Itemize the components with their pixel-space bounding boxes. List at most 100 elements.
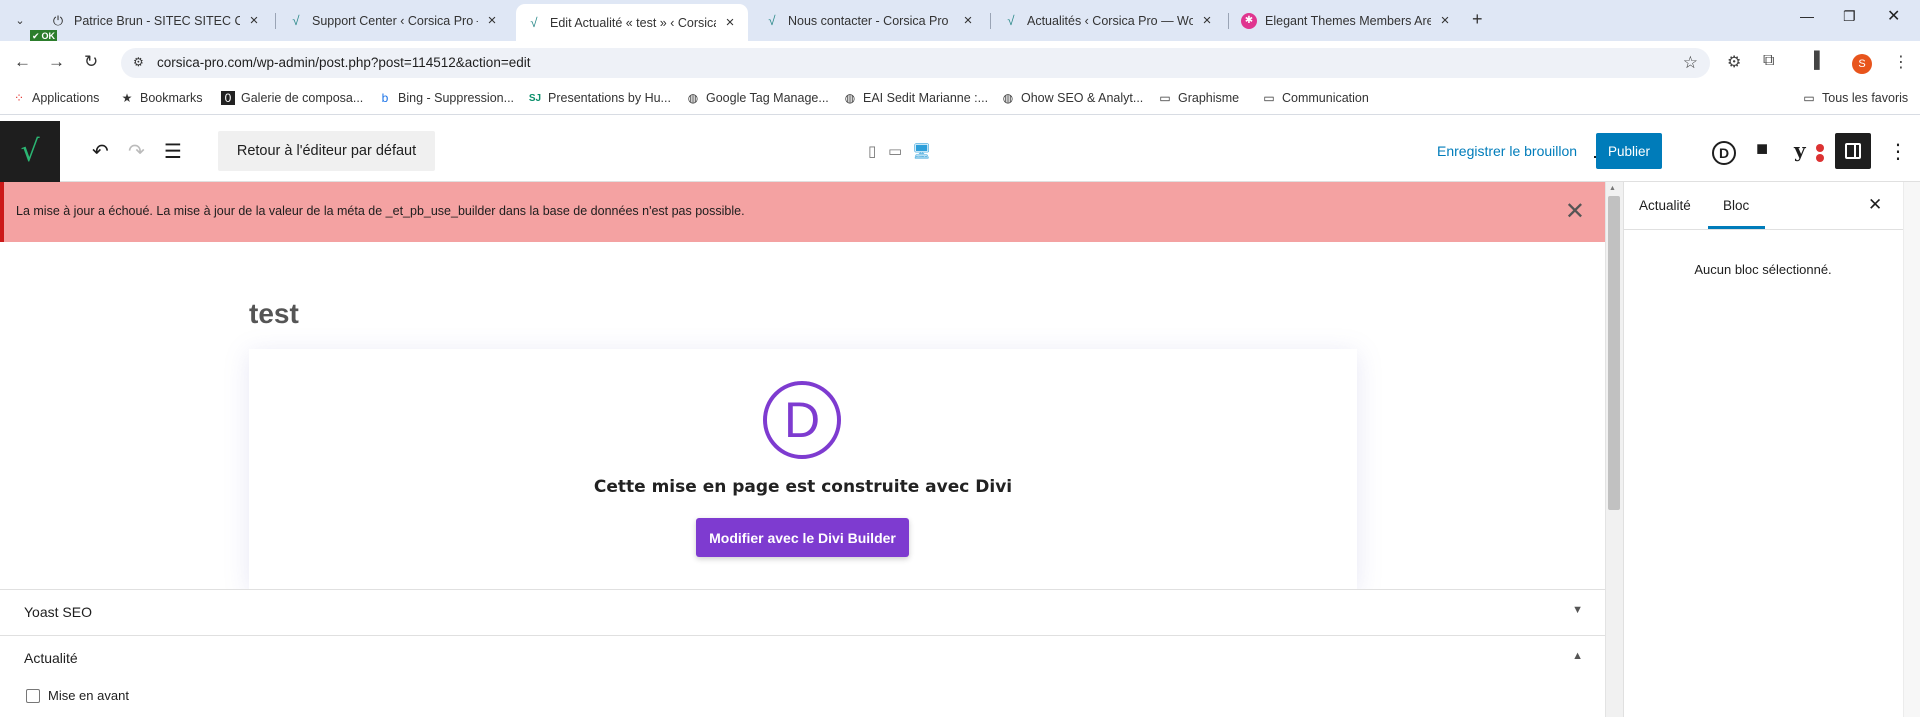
- caret-up-icon[interactable]: ▲: [1572, 650, 1583, 662]
- tab-title: Elegant Themes Members Area: [1265, 13, 1431, 28]
- post-title[interactable]: test: [249, 298, 299, 330]
- all-bookmarks-folder[interactable]: ▭ Tous les favoris: [1802, 91, 1908, 105]
- error-notice: La mise à jour a échoué. La mise à jour …: [0, 182, 1605, 242]
- bookmark-applications[interactable]: ⁘ Applications: [12, 91, 99, 105]
- corsica-logo-icon: √: [20, 134, 40, 169]
- featured-checkbox[interactable]: [26, 688, 40, 703]
- close-tab-icon[interactable]: ×: [722, 14, 738, 31]
- new-tab-button[interactable]: +: [1472, 9, 1483, 30]
- minimize-icon[interactable]: —: [1800, 8, 1814, 24]
- browser-tab-4[interactable]: √ Nous contacter - Corsica Pro ×: [754, 6, 986, 35]
- bookmark-folder-communication[interactable]: ▭ Communication: [1262, 91, 1369, 105]
- document-overview-icon[interactable]: ☰: [164, 139, 182, 164]
- globe-icon: ◍: [687, 91, 699, 105]
- divi-logo-icon: D: [763, 381, 841, 459]
- zero-icon: 0: [221, 91, 235, 105]
- folder-icon: ▭: [1803, 91, 1815, 105]
- forward-arrow-icon[interactable]: →: [48, 52, 65, 72]
- bookmark-galerie[interactable]: 0 Galerie de composa...: [221, 91, 363, 105]
- bookmark-eai-sedit[interactable]: ◍ EAI Sedit Marianne :...: [843, 91, 988, 105]
- notice-message: La mise à jour a échoué. La mise à jour …: [16, 204, 745, 218]
- metabox-title: Actualité: [24, 650, 78, 666]
- browser-tab-2[interactable]: √ Support Center ‹ Corsica Pro — ×: [278, 6, 510, 35]
- desktop-preview-icon[interactable]: 🖥: [912, 142, 931, 160]
- power-icon: ⏻: [52, 12, 64, 28]
- metabox-yoast-seo[interactable]: Yoast SEO ▼: [0, 589, 1605, 635]
- bookmark-google-tag[interactable]: ◍ Google Tag Manage...: [686, 91, 829, 105]
- browser-tab-6[interactable]: ✱ Elegant Themes Members Area ×: [1231, 6, 1463, 35]
- close-window-icon[interactable]: ✕: [1887, 6, 1900, 26]
- bookmark-star-icon[interactable]: ☆: [1683, 53, 1698, 73]
- address-bar[interactable]: ⚙ corsica-pro.com/wp-admin/post.php?post…: [121, 48, 1710, 78]
- tab-title: Nous contacter - Corsica Pro: [788, 13, 949, 28]
- site-logo-button[interactable]: √: [0, 121, 60, 182]
- no-block-selected-message: Aucun bloc sélectionné.: [1694, 262, 1832, 277]
- metabox-title: Yoast SEO: [24, 604, 92, 620]
- tab-title: Edit Actualité « test » ‹ Corsica P: [550, 15, 716, 30]
- close-tab-icon[interactable]: ×: [960, 12, 976, 29]
- bookmark-bookmarks[interactable]: ★ Bookmarks: [120, 91, 203, 105]
- corsica-check-icon: √: [530, 15, 538, 30]
- mobile-preview-icon[interactable]: ▯: [868, 142, 876, 160]
- site-settings-icon[interactable]: ⚙: [133, 55, 144, 69]
- profile-avatar[interactable]: S: [1852, 54, 1872, 74]
- tab-bloc[interactable]: Bloc: [1723, 198, 1749, 213]
- divi-icon[interactable]: D: [1712, 141, 1736, 165]
- browser-tab-5[interactable]: √ Actualités ‹ Corsica Pro — Word ×: [993, 6, 1225, 35]
- restore-icon[interactable]: ❐: [1843, 8, 1856, 25]
- sidebar-panel-icon: [1845, 143, 1861, 159]
- featured-field[interactable]: Mise en avant: [26, 688, 129, 703]
- tab-title: Patrice Brun - SITEC SITEC CHA: [74, 13, 240, 28]
- tab-divider: [275, 13, 276, 29]
- close-tab-icon[interactable]: ×: [1199, 12, 1215, 29]
- dismiss-notice-icon[interactable]: ✕: [1565, 197, 1585, 226]
- sj-icon: SJ: [528, 92, 542, 104]
- corsica-check-icon: √: [768, 13, 776, 28]
- reload-icon[interactable]: ↻: [84, 52, 98, 72]
- save-draft-button[interactable]: Enregistrer le brouillon: [1437, 143, 1577, 159]
- tab-divider: [1228, 13, 1229, 29]
- back-to-default-editor-button[interactable]: Retour à l'éditeur par défaut: [218, 131, 435, 171]
- more-menu-icon[interactable]: ⋮: [1893, 52, 1909, 72]
- sidebar-scrollbar[interactable]: [1903, 182, 1920, 717]
- undo-icon[interactable]: ↶: [92, 139, 109, 164]
- apps-grid-icon: ⁘: [13, 91, 25, 105]
- scroll-up-arrow-icon[interactable]: ▲: [1609, 185, 1616, 192]
- tab-title: Actualités ‹ Corsica Pro — Word: [1027, 13, 1193, 28]
- extension-icon[interactable]: ⚙: [1727, 52, 1741, 72]
- publish-button[interactable]: Publier: [1596, 133, 1662, 169]
- featured-checkbox-label: Mise en avant: [48, 688, 129, 703]
- close-tab-icon[interactable]: ×: [246, 12, 262, 29]
- plugin-clipboard-icon[interactable]: ■: [1756, 138, 1768, 161]
- globe-icon: ◍: [1002, 91, 1014, 105]
- bookmark-presentations[interactable]: SJ Presentations by Hu...: [528, 91, 671, 105]
- edit-with-divi-button[interactable]: Modifier avec le Divi Builder: [696, 518, 909, 557]
- close-sidebar-icon[interactable]: ✕: [1868, 195, 1882, 215]
- tab-actualite[interactable]: Actualité: [1639, 198, 1691, 213]
- yoast-icon[interactable]: y: [1794, 138, 1806, 162]
- bookmark-folder-graphisme[interactable]: ▭ Graphisme: [1158, 91, 1239, 105]
- side-panel-icon[interactable]: ▌: [1814, 52, 1825, 70]
- close-tab-icon[interactable]: ×: [484, 12, 500, 29]
- options-menu-icon[interactable]: ⋮: [1888, 139, 1908, 164]
- bookmark-bing[interactable]: b Bing - Suppression...: [378, 91, 514, 105]
- tablet-preview-icon[interactable]: ▭: [888, 142, 902, 160]
- scrollbar-thumb[interactable]: [1608, 196, 1620, 510]
- tab-title: Support Center ‹ Corsica Pro —: [312, 13, 478, 28]
- star-icon: ★: [121, 91, 133, 105]
- bookmark-ohow-seo[interactable]: ◍ Ohow SEO & Analyt...: [1001, 91, 1144, 105]
- tab-search-button[interactable]: ⌄: [8, 9, 32, 31]
- close-tab-icon[interactable]: ×: [1437, 12, 1453, 29]
- url-text: corsica-pro.com/wp-admin/post.php?post=1…: [157, 55, 531, 70]
- folder-icon: ▭: [1159, 91, 1171, 105]
- metabox-actualite[interactable]: Actualité ▲: [0, 635, 1605, 717]
- redo-icon[interactable]: ↷: [128, 139, 145, 164]
- settings-sidebar-toggle[interactable]: [1835, 133, 1871, 169]
- extensions-puzzle-icon[interactable]: ⧉: [1763, 52, 1774, 70]
- globe-icon: ◍: [844, 91, 856, 105]
- browser-tab-3-active[interactable]: √ Edit Actualité « test » ‹ Corsica P ×: [516, 4, 748, 41]
- bing-icon: b: [381, 91, 389, 105]
- browser-tab-1[interactable]: ⏻ Patrice Brun - SITEC SITEC CHA ×: [40, 6, 272, 35]
- caret-down-icon[interactable]: ▼: [1572, 604, 1583, 616]
- back-arrow-icon[interactable]: ←: [14, 52, 31, 72]
